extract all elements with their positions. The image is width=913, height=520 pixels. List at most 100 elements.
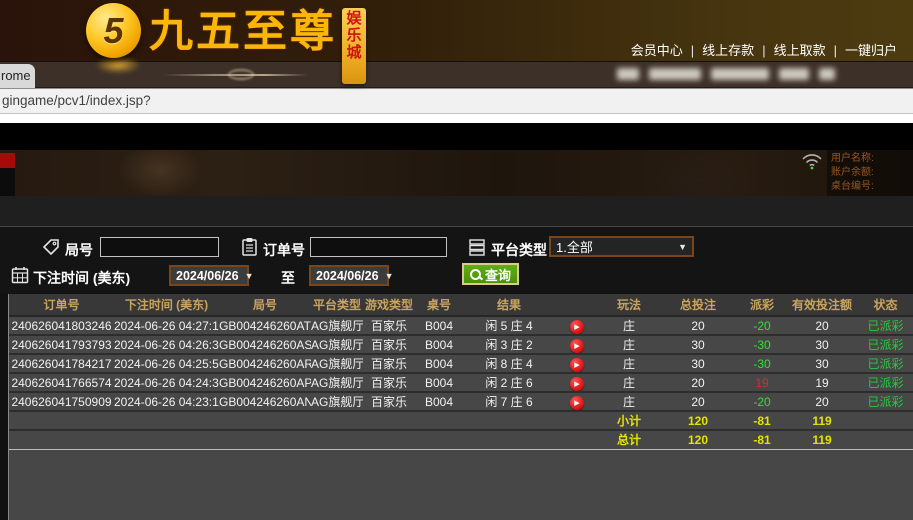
cell-valid-bet: 20 <box>787 316 857 335</box>
url-bar[interactable]: gingame/pcv1/index.jsp? <box>0 88 913 114</box>
cell-platform: AG旗舰厅 <box>311 335 363 354</box>
clipboard-icon <box>241 237 258 256</box>
total-cell: 120 <box>659 430 737 449</box>
subtotal-cell <box>555 411 599 430</box>
total-row: 总计120-81119 <box>9 430 913 449</box>
date-from-select[interactable]: 2024/06/26 ▼ <box>169 265 249 286</box>
replay-cell: ▶ <box>555 335 599 354</box>
search-button[interactable]: 查询 <box>462 263 519 285</box>
nav-online-deposit[interactable]: 线上存款 <box>702 43 754 58</box>
play-icon[interactable]: ▶ <box>570 396 584 410</box>
cell-platform: AG旗舰厅 <box>311 392 363 411</box>
subtotal-cell <box>219 411 311 430</box>
column-header: 玩法 <box>599 294 659 316</box>
cell-play: 庄 <box>599 354 659 373</box>
cell-table-no: B004 <box>415 316 463 335</box>
play-icon[interactable]: ▶ <box>570 358 584 372</box>
cell-order-no: 240626041803246 <box>9 316 114 335</box>
game-no-input[interactable] <box>100 237 219 257</box>
platform-type-label: 平台类型 <box>491 240 547 260</box>
cell-play: 庄 <box>599 373 659 392</box>
cell-total-bet: 30 <box>659 354 737 373</box>
overlay-username-label: 用户名称: <box>831 152 913 166</box>
total-cell <box>463 430 555 449</box>
cell-total-bet: 20 <box>659 392 737 411</box>
subtotal-cell <box>857 411 913 430</box>
column-header: 状态 <box>857 294 913 316</box>
search-icon <box>470 269 481 280</box>
nav-member-center[interactable]: 会员中心 <box>631 43 683 58</box>
blurred-text-block <box>649 68 701 80</box>
total-cell <box>219 430 311 449</box>
column-header: 下注时间 (美东) <box>114 294 219 316</box>
calendar-icon <box>11 266 29 284</box>
cell-payout: -30 <box>737 335 787 354</box>
cell-platform: AG旗舰厅 <box>311 354 363 373</box>
wifi-icon <box>801 152 823 170</box>
cell-payout: -20 <box>737 392 787 411</box>
cell-game-no: GB004246260AN <box>219 392 311 411</box>
video-info-overlay: 用户名称: 账户余额: 桌台编号: <box>827 150 913 196</box>
replay-cell: ▶ <box>555 354 599 373</box>
platform-type-select[interactable]: 1.全部 ▼ <box>549 236 694 257</box>
nav-one-key-transfer[interactable]: 一键归户 <box>845 43 897 58</box>
subtotal-cell <box>463 411 555 430</box>
column-header: 局号 <box>219 294 311 316</box>
table-row: 2406260418032462024-06-26 04:27:12GB0042… <box>9 316 913 335</box>
cell-status: 已派彩 <box>857 316 913 335</box>
cell-total-bet: 20 <box>659 316 737 335</box>
date-to-label: 至 <box>281 268 295 288</box>
logo-ribbon: 娱 乐 城 <box>342 8 366 84</box>
blurred-account-info <box>617 68 835 80</box>
cell-game-no: GB004246260AT <box>219 316 311 335</box>
cell-game-type: 百家乐 <box>363 335 415 354</box>
play-icon[interactable]: ▶ <box>570 320 584 334</box>
date-to-select[interactable]: 2024/06/26 ▼ <box>309 265 389 286</box>
column-header: 订单号 <box>9 294 114 316</box>
table-header-row: 订单号下注时间 (美东)局号平台类型游戏类型桌号结果玩法总投注派彩有效投注额状态 <box>9 294 913 316</box>
subtotal-cell: 120 <box>659 411 737 430</box>
play-icon[interactable]: ▶ <box>570 339 584 353</box>
column-header: 总投注 <box>659 294 737 316</box>
ribbon-char: 城 <box>346 44 361 61</box>
coin-digit: 5 <box>103 10 123 52</box>
total-cell <box>415 430 463 449</box>
replay-cell: ▶ <box>555 316 599 335</box>
cell-order-no: 240626041750909 <box>9 392 114 411</box>
game-no-label: 局号 <box>65 240 93 260</box>
cell-valid-bet: 19 <box>787 373 857 392</box>
table-row: 2406260417509092024-06-26 04:23:11GB0042… <box>9 392 913 411</box>
column-header <box>555 294 599 316</box>
site-header: 5 九五至尊 娱 乐 城 会员中心|线上存款|线上取款|一键归户 <box>0 0 913 62</box>
cell-order-no: 240626041784217 <box>9 354 114 373</box>
table-row: 2406260417665742024-06-26 04:24:30GB0042… <box>9 373 913 392</box>
column-header: 有效投注额 <box>787 294 857 316</box>
total-cell <box>114 430 219 449</box>
subtotal-cell <box>311 411 363 430</box>
cell-result: 闲 8 庄 4 <box>463 354 555 373</box>
subtotal-cell <box>114 411 219 430</box>
cell-result: 闲 2 庄 6 <box>463 373 555 392</box>
cell-game-no: GB004246260AS <box>219 335 311 354</box>
browser-tab[interactable]: rome <box>0 64 35 88</box>
cell-game-type: 百家乐 <box>363 392 415 411</box>
cell-status: 已派彩 <box>857 354 913 373</box>
overlay-balance-label: 账户余额: <box>831 166 913 180</box>
total-cell: 总计 <box>599 430 659 449</box>
left-edge-black-block <box>0 168 15 196</box>
cell-game-no: GB004246260AP <box>219 373 311 392</box>
cell-bet-time: 2024-06-26 04:25:51 <box>114 354 219 373</box>
total-cell: 119 <box>787 430 857 449</box>
column-header: 结果 <box>463 294 555 316</box>
total-cell: -81 <box>737 430 787 449</box>
subtotal-cell <box>415 411 463 430</box>
nav-online-withdraw[interactable]: 线上取款 <box>774 43 826 58</box>
blurred-text-block <box>617 68 639 80</box>
casino-video-banner: 用户名称: 账户余额: 桌台编号: <box>0 123 913 196</box>
total-cell <box>857 430 913 449</box>
order-no-input[interactable] <box>310 237 447 257</box>
cell-bet-time: 2024-06-26 04:26:32 <box>114 335 219 354</box>
column-header: 桌号 <box>415 294 463 316</box>
replay-cell: ▶ <box>555 392 599 411</box>
play-icon[interactable]: ▶ <box>570 377 584 391</box>
